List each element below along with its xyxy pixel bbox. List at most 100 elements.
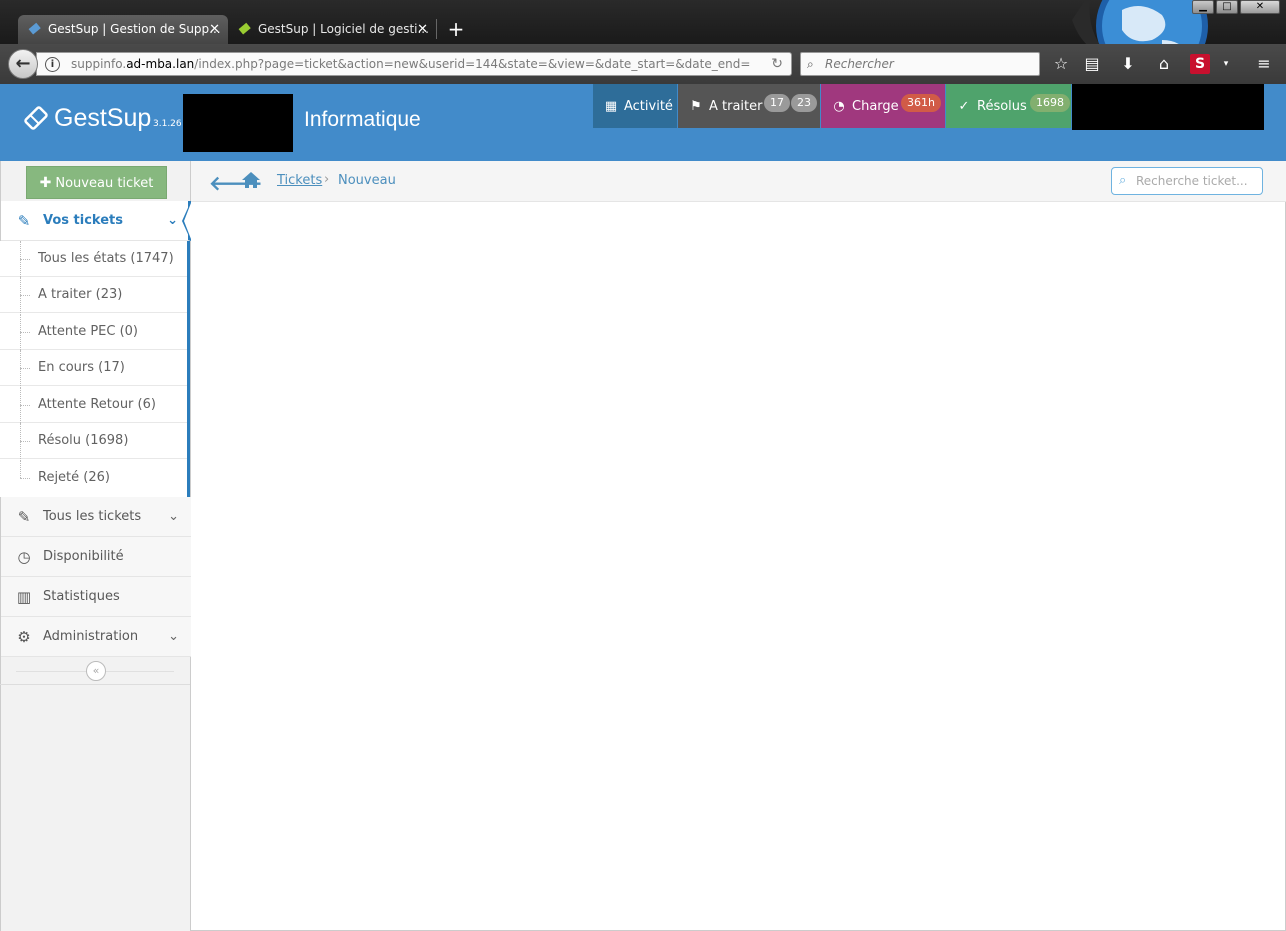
breadcrumb: 🡐 Tickets › Nouveau ⌕ Recherche ticket..… [191,161,1286,202]
reload-icon[interactable]: ↻ [771,53,783,75]
sidebar-item-disponibilite[interactable]: ◷ Disponibilité [1,537,191,577]
sidebar-item-tous-les-tickets[interactable]: ✎ Tous les tickets ⌄ [1,497,191,537]
browser-chrome: GestSup | Gestion de Supp... ✕ GestSup |… [0,0,1286,84]
submenu-item[interactable]: A traiter (23) [0,277,187,313]
plus-icon: ✚ [39,175,52,191]
sidebar-item-label: Administration [43,629,139,644]
window-close-button[interactable]: ✕ [1240,0,1280,14]
tree-branch [20,332,30,333]
clock-icon: ◷ [17,548,31,566]
ticket-logo-icon [24,106,48,130]
vos-tickets-submenu: Tous les états (1747) A traiter (23) Att… [0,241,190,497]
browser-navbar: i suppinfo.ad-mba.lan/index.php?page=tic… [0,44,1286,84]
close-tab-icon[interactable]: ✕ [417,15,428,44]
nav-tab-resolus[interactable]: ✓ Résolus 1698 [946,84,1071,128]
browser-search-field[interactable]: ⌕ Rechercher [800,52,1040,76]
collapse-sidebar-button[interactable]: « [86,661,106,681]
page-title: Informatique [304,108,421,131]
gestsup-ticket-icon [238,22,251,35]
nav-tab-charge[interactable]: ◔ Charge 361h [821,84,945,128]
tree-line [20,460,21,478]
submenu-item[interactable]: En cours (17) [0,350,187,386]
submenu-item[interactable]: Rejeté (26) [0,460,187,496]
nav-tab-label: Résolus [977,99,1027,114]
chevron-down-icon[interactable]: ▾ [1216,54,1236,74]
maximize-button[interactable]: □ [1216,0,1238,14]
active-indicator-inner [184,203,191,239]
redacted-block [1072,84,1264,130]
gears-icon: ⚙ [17,628,31,646]
window-controls: ▁ □ ✕ [1192,0,1280,16]
breadcrumb-link-tickets[interactable]: Tickets [277,173,322,188]
back-button[interactable]: ← [8,49,38,79]
new-ticket-button[interactable]: ✚ Nouveau ticket [26,166,167,199]
submenu-item[interactable]: Attente Retour (6) [0,387,187,423]
hamburger-menu-icon[interactable]: ≡ [1254,54,1274,74]
home-icon[interactable]: ⌂ [1154,54,1174,74]
submenu-label: A traiter (23) [38,287,123,302]
ticket-icon: ✎ [17,212,31,230]
minimize-button[interactable]: ▁ [1192,0,1214,14]
bookmark-star-icon[interactable]: ☆ [1051,54,1071,74]
submenu-label: Attente Retour (6) [38,397,156,412]
url-path: /index.php?page=ticket&action=new&userid… [194,57,751,71]
browser-search-placeholder: Rechercher [825,57,894,71]
submenu-label: Rejeté (26) [38,470,110,485]
sidebar-item-administration[interactable]: ⚙ Administration ⌄ [1,617,191,657]
breadcrumb-separator: › [324,172,330,187]
chevron-down-icon: ⌄ [168,509,179,524]
count-badge: 23 [791,94,817,112]
home-icon[interactable] [241,170,261,190]
tab-separator [436,19,437,39]
submenu-label: Résolu (1698) [38,433,129,448]
search-ticket-placeholder: Recherche ticket... [1136,174,1248,188]
sidebar-item-vos-tickets[interactable]: ✎ Vos tickets ⌄ [1,201,191,241]
flag-icon: ⚑ [690,99,702,114]
submenu-label: Tous les états (1747) [38,251,174,266]
nav-tab-label: Charge [852,99,899,114]
sidebar-item-statistiques[interactable]: ▥ Statistiques [1,577,191,617]
submenu-label: En cours (17) [38,360,125,375]
sidebar-item-label: Disponibilité [43,549,124,564]
sidebar-item-label: Tous les tickets [43,509,142,524]
info-icon[interactable]: i [45,57,60,72]
sidebar-item-label: Statistiques [43,589,120,604]
chevron-down-icon: ⌄ [167,213,178,228]
browser-tabbar: GestSup | Gestion de Supp... ✕ GestSup |… [0,0,1286,82]
breadcrumb-current: Nouveau [338,173,396,188]
double-chevron-left-icon: « [92,664,100,677]
new-tab-button[interactable]: + [444,15,468,44]
browser-tab-active[interactable]: GestSup | Gestion de Supp... ✕ [18,15,228,44]
tree-branch [20,295,30,296]
browser-tab-title: GestSup | Logiciel de gesti... [258,22,429,36]
app-header: GestSup 3.1.26 Informatique ▦ Activité ⚑ A… [0,84,1286,161]
url-bar[interactable]: i suppinfo.ad-mba.lan/index.php?page=tic… [36,52,792,76]
search-icon: ⌕ [1119,173,1127,188]
tree-branch [20,405,30,406]
tree-branch [20,368,30,369]
submenu-item[interactable]: Attente PEC (0) [0,314,187,350]
search-ticket-input[interactable]: ⌕ Recherche ticket... [1111,167,1263,195]
bookmarks-list-icon[interactable]: ▤ [1082,54,1102,74]
url-host: ad-mba.lan [126,57,195,71]
submenu-item[interactable]: Tous les états (1747) [0,241,187,277]
submenu-label: Attente PEC (0) [38,324,139,339]
chevron-down-icon: ⌄ [168,629,179,644]
browser-tab-title: GestSup | Gestion de Supp... [48,22,221,36]
close-tab-icon[interactable]: ✕ [209,15,220,44]
nav-tab-label: A traiter [709,99,763,114]
nav-tab-activite[interactable]: ▦ Activité [593,84,677,128]
browser-tab-inactive[interactable]: GestSup | Logiciel de gesti... ✕ [228,15,436,44]
nav-tab-a-traiter[interactable]: ⚑ A traiter 17 23 [678,84,820,128]
sidebar-item-label: Vos tickets [43,213,123,228]
submenu-item[interactable]: Résolu (1698) [0,423,187,459]
brand-name[interactable]: GestSup [54,104,151,133]
search-icon: ⌕ [807,57,814,71]
redacted-block [183,94,293,152]
count-badge: 17 [764,94,790,112]
extension-s-icon[interactable]: S [1190,54,1210,74]
url-prefix: suppinfo. [71,57,127,71]
download-icon[interactable]: ⬇ [1118,54,1138,74]
tree-branch [20,441,30,442]
tree-branch [20,478,30,479]
